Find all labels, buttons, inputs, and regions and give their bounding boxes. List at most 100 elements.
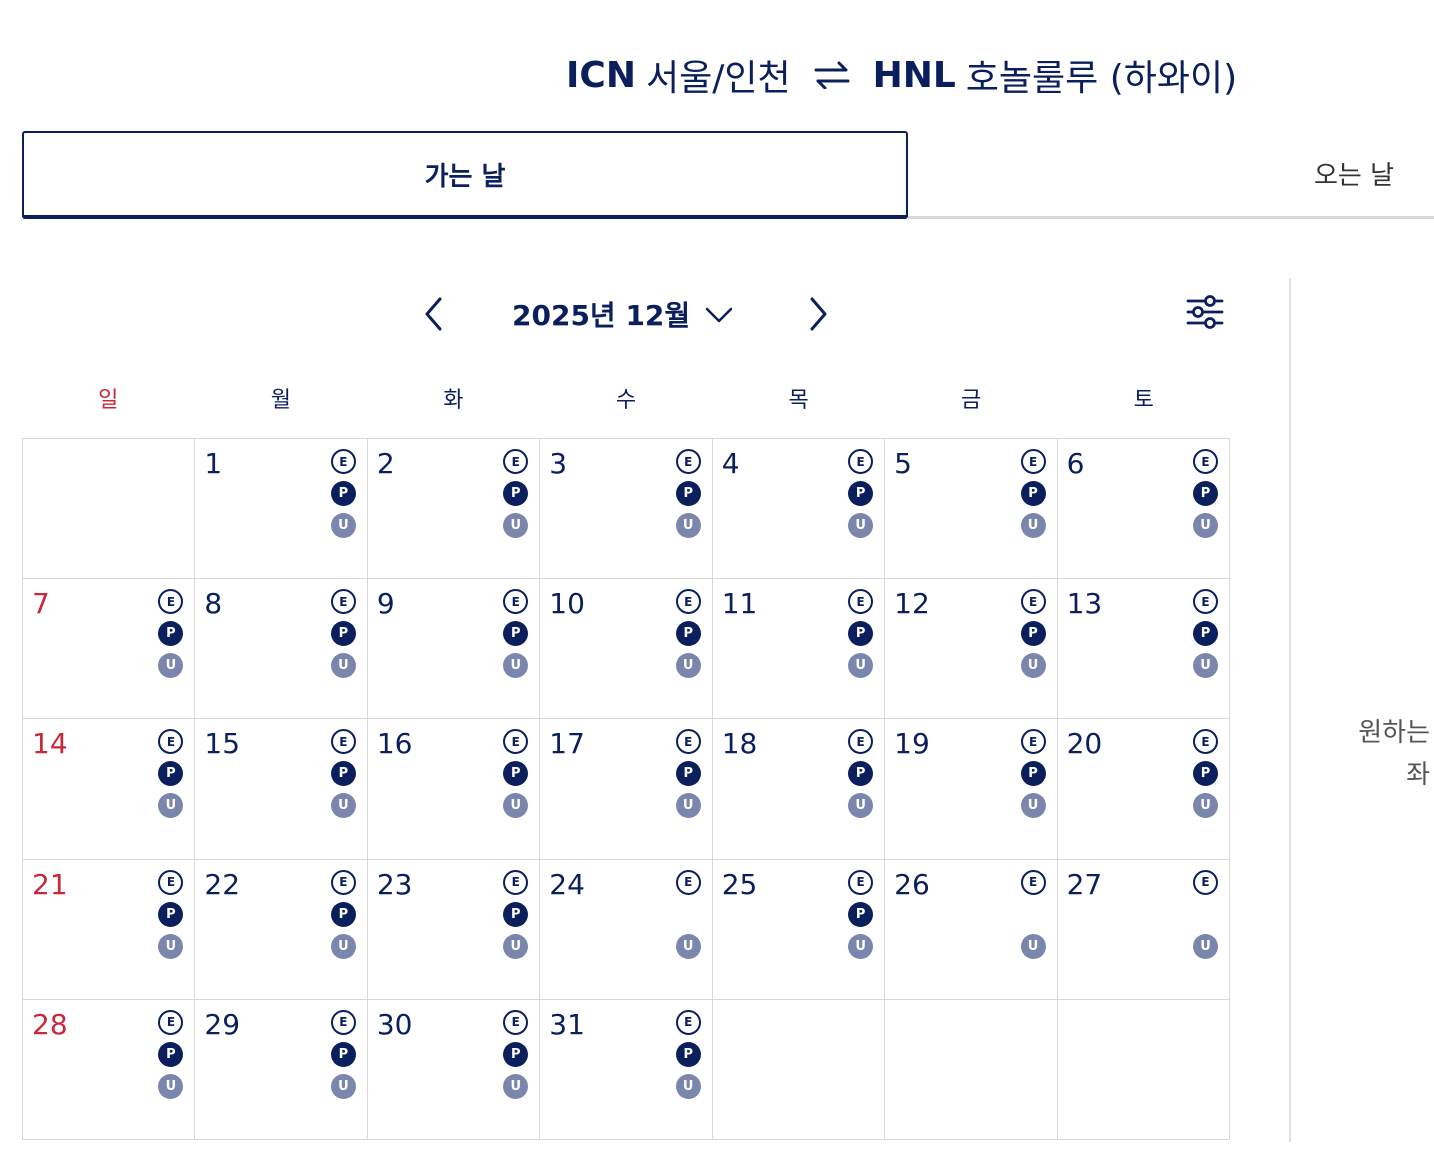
- weekday-label: 수: [615, 388, 637, 413]
- month-dropdown-button[interactable]: [702, 302, 736, 328]
- calendar-day-cell[interactable]: 24 E U: [540, 859, 713, 1000]
- u-fare-badge: U: [848, 933, 874, 959]
- tab-outbound[interactable]: 가는 날: [22, 131, 908, 219]
- calendar-day-cell[interactable]: 22 E P U: [195, 859, 368, 1000]
- calendar-day-cell[interactable]: 4 EPU: [712, 439, 886, 580]
- day-number: 24: [549, 867, 585, 901]
- economy-fare-badge: E: [848, 589, 874, 615]
- calendar-day-cell[interactable]: 10 E P U: [540, 579, 713, 720]
- side-panel-divider: [1289, 278, 1291, 1142]
- economy-fare-badge: E: [503, 449, 529, 474]
- swap-arrows-icon: [813, 61, 851, 89]
- calendar-day-cell[interactable]: 25 E P U: [712, 859, 886, 1000]
- u-fare-badge: U: [503, 933, 529, 959]
- calendar-day-cell[interactable]: 28 E P U: [23, 999, 196, 1140]
- day-number: 28: [32, 1007, 68, 1041]
- calendar-day-cell[interactable]: 11 E P U: [712, 579, 886, 720]
- calendar-day-cell[interactable]: 2 EPU: [367, 439, 541, 580]
- calendar-day-cell[interactable]: 21 E P U: [23, 859, 196, 1000]
- calendar-day-cell[interactable]: 16 E P U: [367, 719, 541, 860]
- calendar-day-cell[interactable]: 27 E U: [1057, 859, 1230, 1000]
- u-fare-badge: U: [503, 1073, 529, 1099]
- calendar-day-cell[interactable]: 1 EPU: [195, 439, 368, 580]
- calendar-day-cell[interactable]: 18 E P U: [712, 719, 886, 860]
- origin-name: 서울/인천: [645, 58, 791, 99]
- prestige-fare-badge: P: [848, 481, 874, 506]
- weekday-label: 금: [961, 388, 982, 413]
- u-fare-badge: U: [1020, 793, 1046, 819]
- calendar-day-cell[interactable]: 14 E P U: [23, 719, 196, 860]
- empty-day-cell: [712, 999, 886, 1140]
- economy-fare-badge: E: [1020, 589, 1046, 615]
- economy-fare-badge: E: [1193, 589, 1218, 615]
- route-header: ICN 서울/인천 HNL 호놀룰루 (하와이): [566, 52, 1237, 100]
- weekday-header: 일월화수목금토: [22, 382, 1230, 422]
- u-fare-badge: U: [158, 653, 184, 679]
- calendar-day-cell[interactable]: 19 E P U: [885, 719, 1058, 860]
- day-number: 23: [376, 867, 413, 901]
- calendar-day-cell[interactable]: 3 EPU: [540, 439, 713, 580]
- day-number: 5: [894, 447, 912, 480]
- economy-fare-badge: E: [675, 589, 701, 615]
- economy-fare-badge: E: [158, 729, 184, 755]
- calendar-day-cell[interactable]: 5 EPU: [885, 439, 1058, 580]
- calendar-day-cell[interactable]: 7 EPU: [23, 579, 196, 720]
- calendar-day-cell[interactable]: 13 E P U: [1057, 579, 1230, 720]
- u-fare-badge: U: [503, 793, 529, 819]
- chevron-left-icon: [425, 297, 442, 331]
- economy-fare-badge: E: [330, 449, 356, 474]
- day-number: 1: [204, 447, 223, 480]
- prestige-fare-badge: P: [330, 481, 356, 506]
- u-fare-badge: U: [675, 933, 701, 959]
- calendar-day-cell[interactable]: 15 E P U: [195, 719, 368, 860]
- prestige-fare-badge: P: [330, 901, 356, 927]
- weekday-label: 월: [270, 388, 291, 413]
- day-number: 26: [894, 867, 930, 901]
- day-number: 12: [894, 587, 930, 621]
- u-fare-badge: U: [330, 653, 356, 679]
- u-fare-badge: U: [848, 513, 874, 538]
- prestige-fare-badge: P: [848, 901, 874, 927]
- u-fare-badge: U: [158, 793, 184, 819]
- previous-month-button[interactable]: [414, 296, 454, 332]
- side-panel-line-1: 원하는: [1358, 718, 1430, 748]
- calendar-day-cell[interactable]: 31 E P U: [540, 999, 713, 1140]
- chevron-down-icon: [705, 307, 733, 323]
- economy-fare-badge: E: [330, 1009, 356, 1035]
- calendar-day-cell[interactable]: 23 E P U: [367, 859, 541, 1000]
- day-number: 10: [549, 587, 585, 621]
- prestige-fare-badge: P: [1193, 621, 1218, 647]
- economy-fare-badge: E: [1193, 449, 1218, 474]
- economy-fare-badge: E: [158, 589, 184, 615]
- u-fare-badge: U: [1193, 513, 1218, 538]
- empty-day-cell: [885, 999, 1058, 1140]
- prestige-fare-badge: P: [1020, 621, 1046, 647]
- side-panel-message: 원하는 좌: [1300, 712, 1430, 796]
- day-number: 20: [1066, 727, 1103, 761]
- calendar-day-cell[interactable]: 26 E U: [885, 859, 1058, 1000]
- calendar-day-cell[interactable]: 9 EPU: [367, 579, 541, 720]
- u-fare-badge: U: [675, 793, 701, 819]
- tab-return[interactable]: 오는 날: [908, 131, 1434, 219]
- economy-fare-badge: E: [1193, 869, 1218, 895]
- prestige-fare-badge: P: [330, 1041, 356, 1067]
- day-number: 29: [204, 1007, 241, 1041]
- economy-fare-badge: E: [330, 729, 356, 755]
- calendar-day-cell[interactable]: 12 E P U: [885, 579, 1058, 720]
- next-month-button[interactable]: [798, 296, 838, 332]
- calendar-day-cell[interactable]: 17 E P U: [540, 719, 713, 860]
- date-tabs: 가는 날 오는 날: [22, 131, 1434, 221]
- filter-button[interactable]: [1182, 290, 1228, 334]
- calendar-day-cell[interactable]: 30 E P U: [367, 999, 541, 1140]
- calendar-day-cell[interactable]: 8 EPU: [195, 579, 368, 720]
- prestige-fare-badge: P: [1193, 481, 1218, 506]
- month-label[interactable]: 2025년 12월: [512, 294, 690, 334]
- calendar-day-cell[interactable]: 29 E P U: [195, 999, 368, 1140]
- prestige-fare-badge: P: [503, 621, 529, 647]
- prestige-fare-badge: P: [1193, 761, 1218, 787]
- day-number: 31: [549, 1007, 585, 1041]
- weekday-label: 목: [788, 388, 809, 413]
- calendar-day-cell[interactable]: 20 E P U: [1057, 719, 1230, 860]
- calendar-day-cell[interactable]: 6 EPU: [1057, 439, 1230, 580]
- side-panel-line-2: 좌: [1406, 760, 1430, 790]
